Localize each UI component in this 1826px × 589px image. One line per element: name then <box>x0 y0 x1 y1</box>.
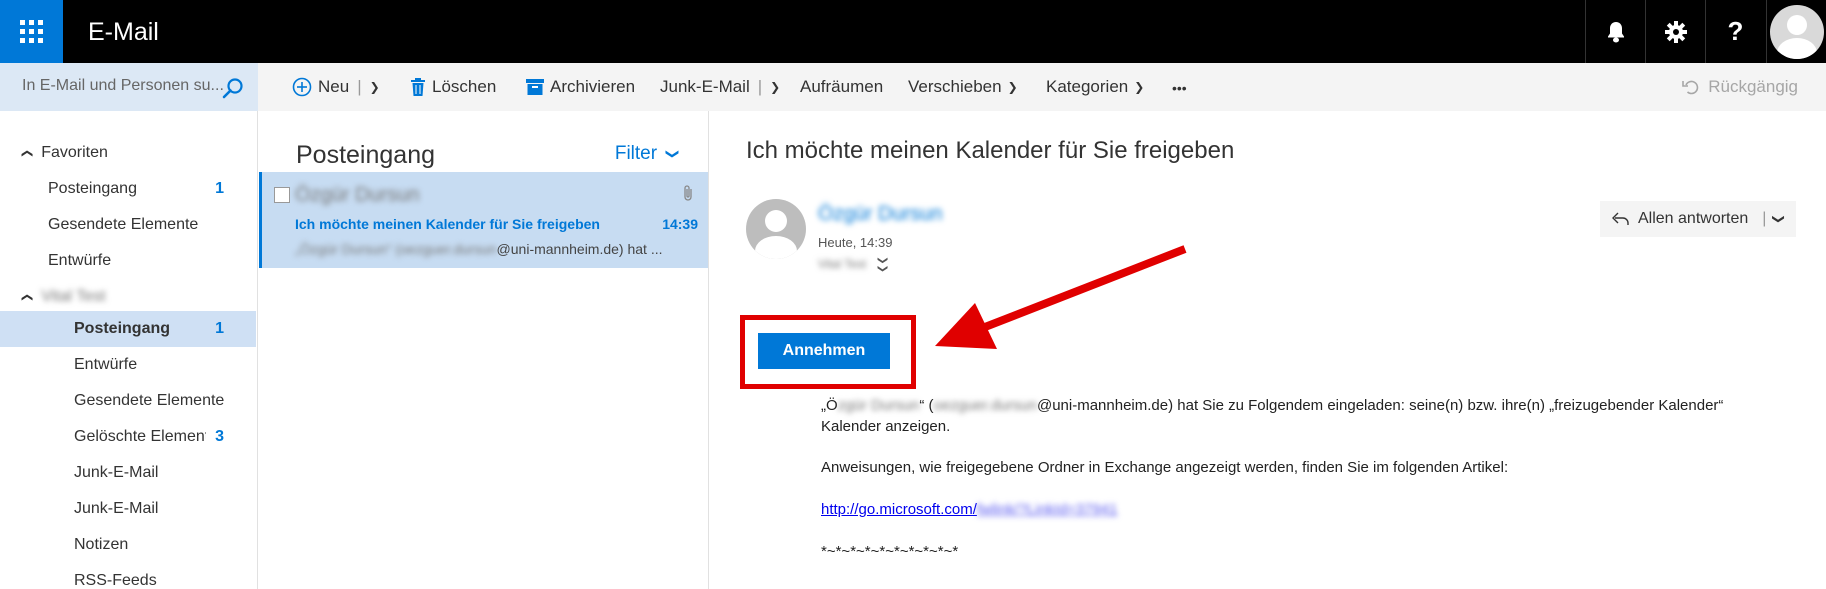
reading-pane: Ich möchte meinen Kalender für Sie freig… <box>710 111 1816 589</box>
filter-button[interactable]: Filter ❯ <box>615 143 681 165</box>
command-bar: Neu | ❯ Löschen Archivieren Junk-E-Mail … <box>258 63 1826 111</box>
sweep-button[interactable]: Aufräumen <box>800 77 883 97</box>
app-launcher-button[interactable] <box>0 0 63 63</box>
message-list: Posteingang Filter ❯ Özgür Dursun Ich mö… <box>259 111 709 589</box>
article-link[interactable]: http://go.microsoft.com/fwlink/?LinkId=3… <box>821 501 1117 518</box>
sidebar-item-junk[interactable]: Junk-E-Mail <box>0 455 256 491</box>
gear-icon <box>1664 20 1687 43</box>
sidebar-item-inbox[interactable]: Posteingang 1 <box>0 311 256 347</box>
new-label: Neu <box>318 77 350 96</box>
categories-button[interactable]: Kategorien ❯ <box>1046 77 1144 97</box>
sender-name[interactable]: Özgür Dursun <box>818 203 943 226</box>
avatar <box>746 199 806 259</box>
archive-icon <box>526 79 544 95</box>
sidebar-item-junk-2[interactable]: Junk-E-Mail <box>0 491 256 527</box>
body-line-3: Anweisungen, wie freigegebene Ordner in … <box>821 459 1509 476</box>
new-button[interactable]: Neu | ❯ <box>292 77 380 97</box>
help-button[interactable]: ? <box>1705 0 1765 63</box>
paperclip-icon <box>684 185 692 201</box>
archive-label: Archivieren <box>550 77 636 96</box>
message-sender: Özgür Dursun <box>295 184 420 206</box>
message-subject: Ich möchte meinen Kalender für Sie freig… <box>295 216 600 232</box>
settings-button[interactable] <box>1645 0 1705 63</box>
recipient-line: Vital Test ❯❯ <box>818 256 891 273</box>
chevron-down-icon[interactable]: ❯ <box>1772 214 1786 224</box>
junk-label: Junk-E-Mail <box>660 77 750 96</box>
list-item[interactable]: Özgür Dursun Ich möchte meinen Kalender … <box>259 172 708 268</box>
sidebar-item-sent[interactable]: Gesendete Elemente <box>0 383 256 419</box>
sweep-label: Aufräumen <box>800 77 884 96</box>
chevron-down-icon[interactable]: ❯ <box>770 80 780 94</box>
move-label: Verschieben <box>908 77 1002 96</box>
divider: | <box>757 77 763 96</box>
recipient-name: Vital Test <box>818 257 867 271</box>
bell-icon <box>1607 21 1624 42</box>
body-line-2: Kalender anzeigen. <box>821 418 951 435</box>
search-input[interactable]: In E-Mail und Personen su... <box>22 77 224 95</box>
more-button[interactable]: ••• <box>1172 80 1187 96</box>
sidebar-item-favorites-drafts[interactable]: Entwürfe <box>0 243 256 279</box>
delete-button[interactable]: Löschen <box>410 77 496 97</box>
archive-button[interactable]: Archivieren <box>526 77 635 97</box>
sidebar-item-favorites-inbox[interactable]: Posteingang 1 <box>0 171 256 207</box>
app-title: E-Mail <box>88 18 159 46</box>
unread-count: 1 <box>215 180 224 197</box>
avatar <box>1769 4 1824 59</box>
chevron-up-icon: ❯ <box>21 292 34 302</box>
email-subject: Ich möchte meinen Kalender für Sie freig… <box>746 137 1235 164</box>
more-icon: ••• <box>1172 80 1187 96</box>
folder-pane: ❯ Favoriten Posteingang 1 Gesendete Elem… <box>0 111 258 589</box>
account-label: Vital Test <box>41 288 106 305</box>
help-icon: ? <box>1727 16 1744 46</box>
divider: | <box>357 77 362 96</box>
account-header[interactable]: ❯ Vital Test <box>0 279 256 315</box>
red-arrow-annotation <box>935 245 1187 349</box>
categories-label: Kategorien <box>1046 77 1129 96</box>
delete-label: Löschen <box>432 77 497 96</box>
email-date: Heute, 14:39 <box>818 235 893 250</box>
sidebar-item-deleted[interactable]: Gelöschte Elemente 3 <box>0 419 256 455</box>
expand-chevron-icon[interactable]: ❯❯ <box>877 256 888 273</box>
notifications-button[interactable] <box>1585 0 1645 63</box>
chevron-up-icon: ❯ <box>21 148 34 158</box>
undo-button[interactable]: Rückgängig <box>1682 77 1798 97</box>
sidebar-item-drafts[interactable]: Entwürfe <box>0 347 256 383</box>
reply-all-icon <box>1612 212 1629 225</box>
reply-all-button[interactable]: Allen antworten | ❯ <box>1600 201 1796 237</box>
chevron-down-icon[interactable]: ❯ <box>370 80 380 94</box>
trash-icon <box>411 78 425 96</box>
sidebar-item-rss[interactable]: RSS-Feeds <box>0 563 256 589</box>
chevron-down-icon: ❯ <box>1134 80 1145 94</box>
list-title: Posteingang <box>296 141 436 169</box>
divider: | <box>1762 210 1767 227</box>
waffle-icon <box>20 20 43 43</box>
body-line-1: „Özgür Dursun“ (oezguer.dursun@uni-mannh… <box>821 397 1724 414</box>
chevron-down-icon: ❯ <box>665 148 681 160</box>
message-preview: „Özgür Dursun“ (oezguer.dursun@uni-mannh… <box>295 241 663 257</box>
sidebar-item-notes[interactable]: Notizen <box>0 527 256 563</box>
user-avatar-button[interactable] <box>1766 0 1826 63</box>
chevron-down-icon: ❯ <box>1007 80 1018 94</box>
top-bar: E-Mail ? <box>0 0 1826 63</box>
undo-label: Rückgängig <box>1708 77 1798 96</box>
undo-icon <box>1682 80 1699 95</box>
favorites-header[interactable]: ❯ Favoriten <box>0 135 256 171</box>
unread-count: 1 <box>215 320 224 337</box>
junk-button[interactable]: Junk-E-Mail | ❯ <box>660 77 780 97</box>
select-checkbox[interactable] <box>274 187 290 203</box>
body-line-5: *~*~*~*~*~*~*~*~*~* <box>821 543 959 560</box>
message-time: 14:39 <box>662 216 698 232</box>
favorites-label: Favoriten <box>41 144 108 161</box>
sidebar-item-favorites-sent[interactable]: Gesendete Elemente <box>0 207 256 243</box>
search-box[interactable]: In E-Mail und Personen su... <box>0 63 258 111</box>
accept-button[interactable]: Annehmen <box>758 333 890 369</box>
plus-circle-icon <box>292 77 312 97</box>
search-icon[interactable] <box>222 77 244 99</box>
move-button[interactable]: Verschieben ❯ <box>908 77 1018 97</box>
unread-count: 3 <box>215 428 224 445</box>
